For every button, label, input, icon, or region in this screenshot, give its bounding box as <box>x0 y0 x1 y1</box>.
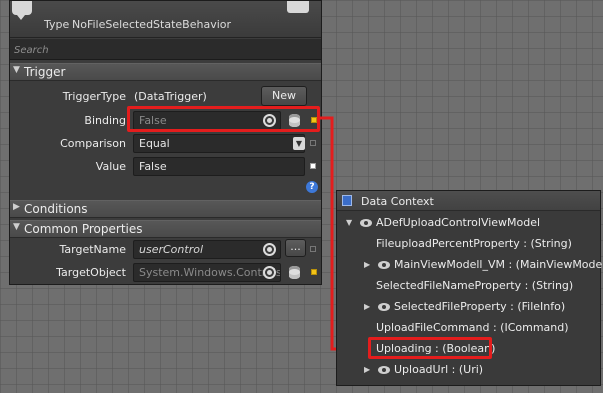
tree-item-label: SelectedFileProperty : (FileInfo) <box>394 300 566 313</box>
comparison-label: Comparison <box>60 137 126 150</box>
target-name-field[interactable]: userControl <box>133 240 281 259</box>
trigger-type-label: TriggerType <box>62 90 126 103</box>
collapse-arrow-icon[interactable]: ▼ <box>13 222 20 232</box>
section-title: Common Properties <box>24 222 143 236</box>
collapsed-arrow-icon[interactable]: ▶ <box>364 302 370 311</box>
eye-icon <box>378 303 390 311</box>
search-bar <box>10 39 321 60</box>
trigger-section-header[interactable]: ▼ Trigger <box>10 63 321 81</box>
property-marker[interactable] <box>310 163 316 169</box>
type-label: Type <box>44 18 70 31</box>
target-name-label: TargetName <box>59 243 126 256</box>
eye-icon <box>378 366 390 374</box>
database-icon[interactable] <box>289 266 300 279</box>
expand-arrow-icon[interactable]: ▶ <box>13 202 20 212</box>
data-bound-marker[interactable] <box>311 269 317 275</box>
data-context-title: Data Context <box>361 195 434 208</box>
ellipsis-button[interactable]: ... <box>285 239 306 257</box>
tree-item-label: UploadFileCommand : (ICommand) <box>376 321 569 334</box>
collapsed-arrow-icon[interactable]: ▶ <box>364 260 370 269</box>
property-marker[interactable] <box>310 140 316 146</box>
search-input[interactable] <box>14 42 284 58</box>
data-context-panel: Data Context ▼ ADefUploadControlViewMode… <box>336 190 603 386</box>
value-label: Value <box>95 160 126 173</box>
behavior-icon <box>12 1 32 20</box>
tree-item-label: SelectedFileNameProperty : (String) <box>376 279 574 292</box>
binding-label: Binding <box>84 114 126 127</box>
panel-options-button[interactable] <box>287 1 309 13</box>
common-properties-section-header[interactable]: ▼ Common Properties <box>10 220 321 238</box>
help-icon[interactable]: ? <box>306 181 318 193</box>
new-trigger-button[interactable]: New <box>261 86 307 106</box>
tree-item-label: FileuploadPercentProperty : (String) <box>376 237 572 250</box>
type-value: NoFileSelectedStateBehavior <box>72 18 232 31</box>
target-object-label: TargetObject <box>56 266 126 279</box>
data-context-header: Data Context <box>337 191 600 211</box>
conditions-section-header[interactable]: ▶ Conditions <box>10 200 321 218</box>
dropdown-arrow-icon[interactable]: ▼ <box>293 137 305 150</box>
uploading-highlight-box <box>368 337 492 359</box>
expanded-arrow-icon[interactable]: ▼ <box>346 218 352 227</box>
binding-highlight-box <box>127 106 320 132</box>
value-field[interactable]: False <box>133 157 305 176</box>
section-title: Trigger <box>24 65 66 79</box>
target-picker-icon[interactable] <box>263 243 276 256</box>
trigger-type-value: (DataTrigger) <box>134 90 207 103</box>
property-marker[interactable] <box>310 246 316 252</box>
target-object-field[interactable]: System.Windows.Controls <box>133 263 281 282</box>
eye-icon <box>378 261 390 269</box>
tree-item-label: MainViewModell_VM : (MainViewModel) <box>394 258 603 271</box>
comparison-select[interactable]: Equal <box>133 134 305 153</box>
eye-icon <box>360 219 372 227</box>
collapse-arrow-icon[interactable]: ▼ <box>13 65 20 75</box>
collapsed-arrow-icon[interactable]: ▶ <box>364 365 370 374</box>
data-context-icon <box>342 195 352 206</box>
target-picker-icon[interactable] <box>263 266 276 279</box>
tree-item-label: ADefUploadControlViewModel <box>376 216 541 229</box>
type-row: Type NoFileSelectedStateBehavior <box>10 1 321 38</box>
section-title: Conditions <box>24 202 88 216</box>
properties-panel: Type NoFileSelectedStateBehavior ▼ Trigg… <box>9 0 322 285</box>
tree-item-label: UploadUrl : (Uri) <box>394 363 484 376</box>
